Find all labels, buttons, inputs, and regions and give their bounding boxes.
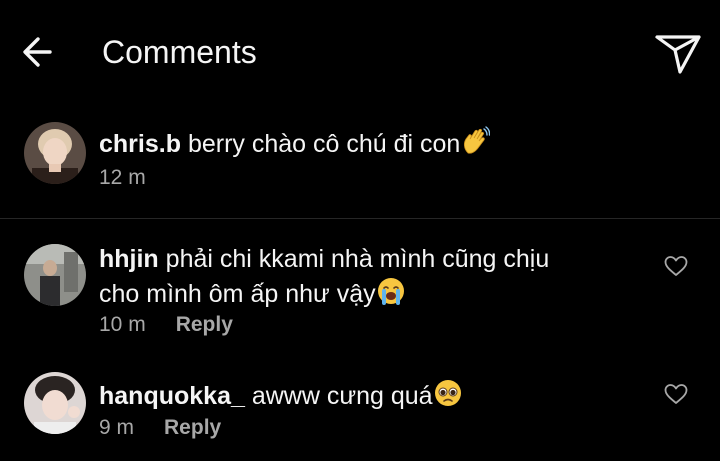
comment-username[interactable]: hhjin [99,245,159,273]
header-bar: Comments [0,0,720,106]
comment-meta: 10 m Reply [99,312,233,338]
back-arrow-icon [23,37,52,67]
avatar-image [24,122,86,184]
comment-username[interactable]: hanquokka_ [99,382,245,410]
avatar[interactable] [24,122,86,184]
comment-body: awww cưng quá [251,382,433,410]
divider [0,218,720,219]
comment-timestamp: 9 m [99,416,135,439]
avatar[interactable] [24,372,86,434]
comment-body: phải chi kkami nhà mình cũng chịu [165,245,550,273]
caption-body: berry chào cô chú đi con [187,130,461,158]
comment-meta: 9 m Reply [99,415,221,441]
comment-text-line-1: hanquokka_ awww cưng quá [99,378,463,413]
direct-message-button[interactable] [650,26,706,78]
caption-username[interactable]: chris.b [99,130,181,158]
avatar-image [24,372,86,434]
caption-text: chris.b berry chào cô chú đi con [99,126,491,161]
like-heart-icon[interactable] [663,382,689,406]
loudly-crying-face-emoji-icon [377,278,404,305]
comment-text-line-2: cho mình ôm ấp như vậy [99,276,406,311]
reply-button[interactable]: Reply [176,313,233,336]
comment-text-line-1: hhjin phải chi kkami nhà mình cũng chịu [99,242,549,276]
comment-timestamp: 10 m [99,313,146,336]
caption-meta: 12 m [99,165,146,191]
paper-plane-icon [655,35,701,74]
waving-hand-emoji-icon [464,126,491,154]
back-button[interactable] [18,30,62,74]
page-title: Comments [102,34,257,70]
reply-button[interactable]: Reply [164,416,221,439]
like-heart-icon[interactable] [663,254,689,278]
caption-comment: chris.b berry chào cô chú đi con 12 m [0,106,720,218]
pleading-face-emoji-icon [434,380,461,406]
caption-timestamp: 12 m [99,166,146,189]
avatar-image [24,244,86,306]
avatar[interactable] [24,244,86,306]
comment-body-continued: cho mình ôm ấp như vậy [99,280,376,308]
